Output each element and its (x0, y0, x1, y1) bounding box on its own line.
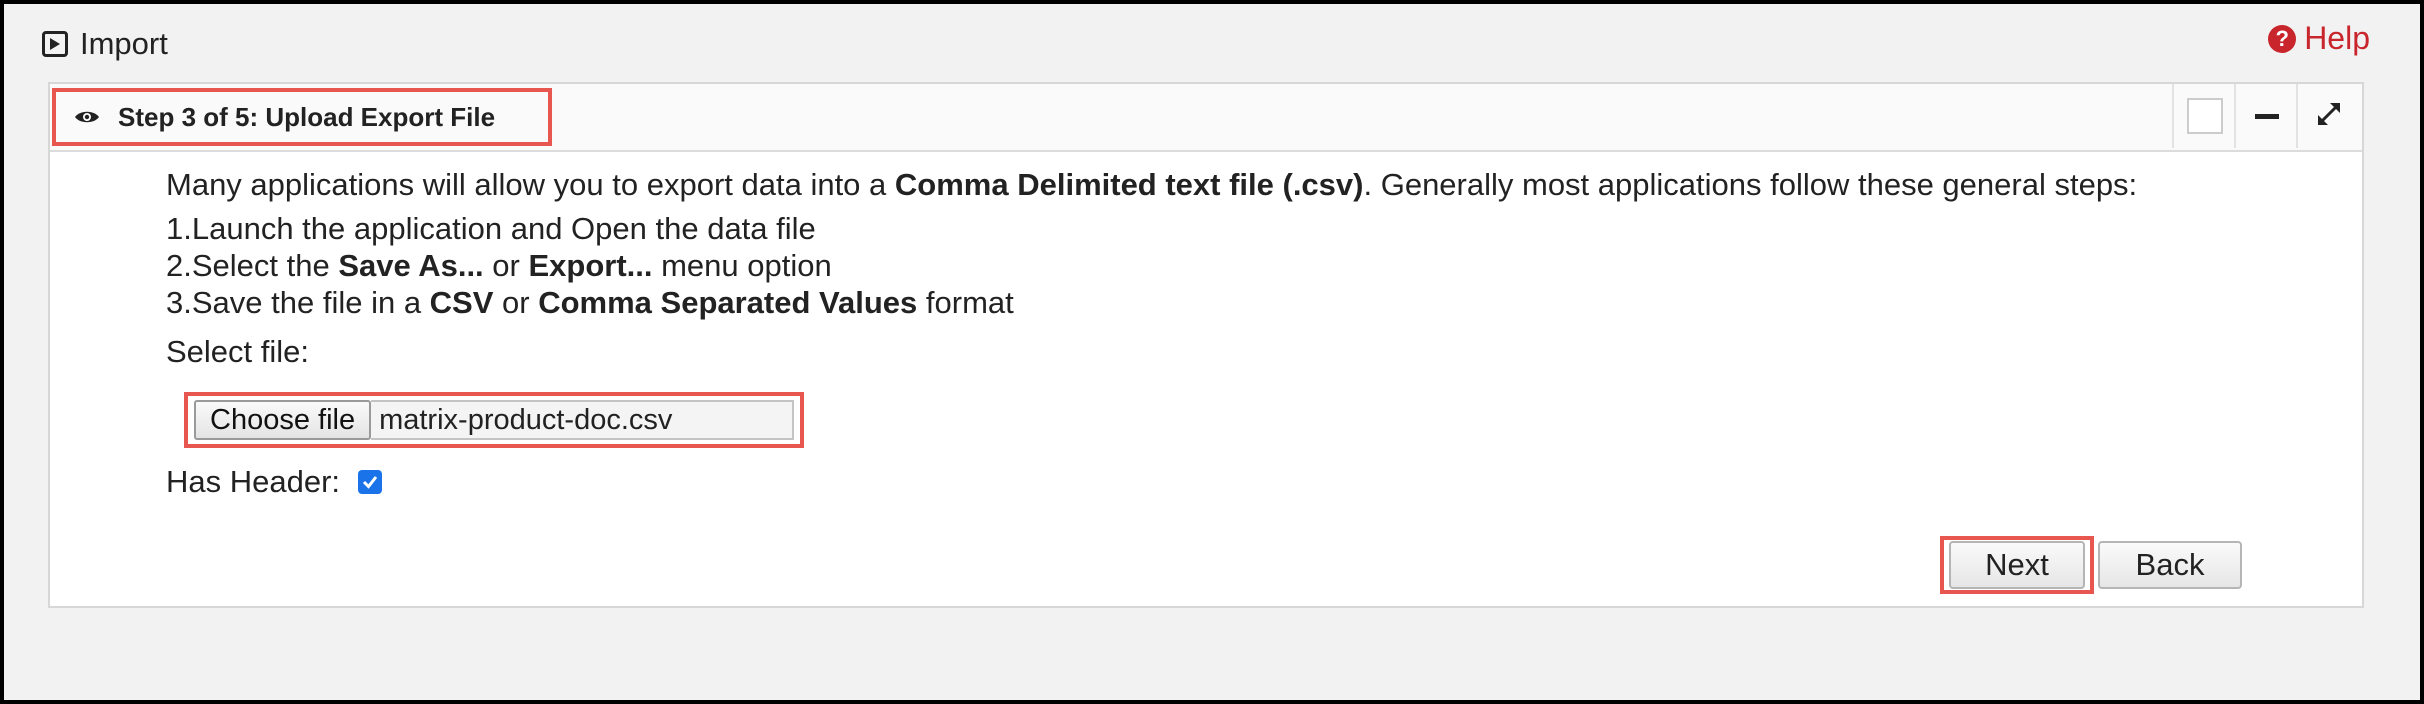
choose-file-button[interactable]: Choose file (194, 400, 372, 440)
step-title-text: Step 3 of 5: Upload Export File (118, 101, 496, 132)
help-label: Help (2304, 20, 2370, 56)
step-item-1: 1.Launch the application and Open the da… (166, 211, 816, 246)
file-name-display: matrix-product-doc.csv (371, 400, 794, 440)
step2-prefix: 2.Select the (166, 248, 339, 283)
has-header-label: Has Header: (166, 464, 341, 499)
eye-icon (74, 109, 100, 125)
instructions: Many applications will allow you to expo… (166, 166, 2316, 371)
panel-header: Step 3 of 5: Upload Export File (50, 84, 2362, 152)
minimize-icon (2255, 113, 2279, 119)
has-header-checkbox[interactable] (358, 470, 383, 494)
checkmark-icon (362, 476, 378, 489)
step3-prefix: 3.Save the file in a (166, 285, 430, 320)
play-square-icon (42, 31, 68, 57)
step2-bold-1: Save As... (338, 248, 484, 283)
intro-bold: Comma Delimited text file (.csv) (894, 167, 1364, 202)
step3-bold-1: CSV (429, 285, 494, 320)
blank-panel-button[interactable] (2172, 84, 2236, 148)
has-header-row: Has Header: (166, 464, 383, 500)
step3-mid: or (493, 285, 539, 320)
intro-suffix: . Generally most applications follow the… (1363, 167, 2138, 202)
step3-suffix: format (917, 285, 1014, 320)
page-title-text: Import (80, 26, 168, 61)
next-button-highlight: Next (1940, 536, 2094, 594)
expand-panel-button[interactable] (2296, 84, 2360, 148)
step-item-2: 2.Select the Save As... or Export... men… (166, 247, 2316, 284)
intro-prefix: Many applications will allow you to expo… (166, 167, 895, 202)
next-button[interactable]: Next (1949, 541, 2085, 589)
minimize-panel-button[interactable] (2234, 84, 2298, 148)
step2-mid: or (483, 248, 529, 283)
help-link[interactable]: ? Help (2268, 20, 2370, 57)
file-input[interactable]: Choose file matrix-product-doc.csv (184, 392, 804, 448)
select-file-label: Select file: (166, 334, 310, 369)
import-panel: Step 3 of 5: Upload Export File Many app… (48, 82, 2364, 608)
page-title: Import (42, 26, 168, 62)
intro-text: Many applications will allow you to expo… (166, 166, 2316, 204)
step-title: Step 3 of 5: Upload Export File (52, 88, 552, 146)
step2-suffix: menu option (652, 248, 832, 283)
step3-bold-2: Comma Separated Values (538, 285, 918, 320)
back-button[interactable]: Back (2098, 541, 2242, 589)
question-circle-icon: ? (2268, 24, 2297, 53)
step-item-3: 3.Save the file in a CSV or Comma Separa… (166, 284, 2316, 321)
step2-bold-2: Export... (528, 248, 653, 283)
steps-list: 1.Launch the application and Open the da… (166, 210, 2316, 321)
expand-icon (2316, 101, 2342, 132)
blank-square-icon (2187, 98, 2223, 134)
